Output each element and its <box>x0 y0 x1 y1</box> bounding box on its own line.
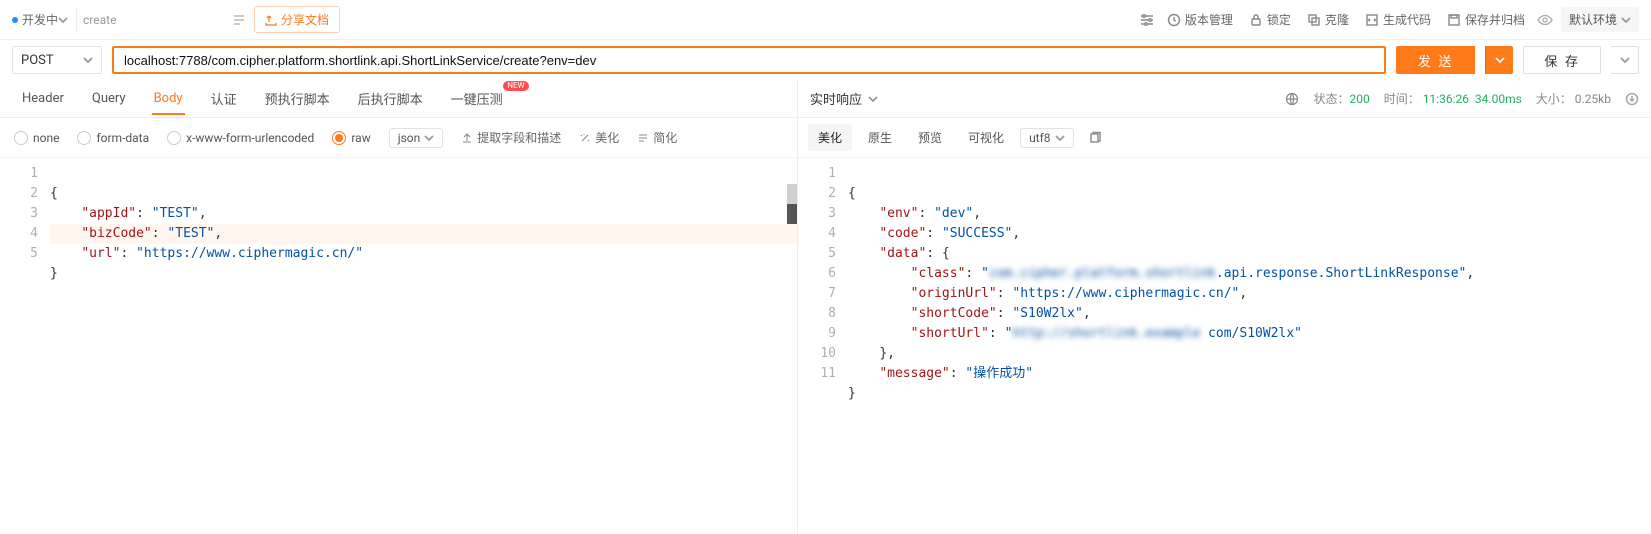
tab-header[interactable]: Header <box>10 83 76 114</box>
env-label: 默认环境 <box>1569 11 1617 28</box>
encoding-select[interactable]: utf8 <box>1020 128 1073 148</box>
api-tab-label: create <box>83 13 232 27</box>
save-dropdown[interactable] <box>1611 46 1639 74</box>
chevron-down-icon <box>58 15 68 25</box>
tab-query[interactable]: Query <box>80 83 138 114</box>
body-type-options: none form-data x-www-form-urlencoded raw… <box>0 118 797 158</box>
send-dropdown[interactable] <box>1485 46 1513 74</box>
version-mgmt-button[interactable]: 版本管理 <box>1163 9 1237 30</box>
chevron-down-icon <box>1495 55 1505 65</box>
resp-tab-preview[interactable]: 预览 <box>908 124 952 151</box>
minimap-mark <box>787 184 797 204</box>
clone-icon <box>1307 13 1321 27</box>
clone-button[interactable]: 克隆 <box>1303 9 1353 30</box>
share-icon <box>265 14 277 26</box>
radio-raw[interactable]: raw <box>332 131 370 145</box>
settings-lines-icon[interactable] <box>1139 12 1155 28</box>
save-icon <box>1447 13 1461 27</box>
radio-urlencoded[interactable]: x-www-form-urlencoded <box>167 131 314 145</box>
request-pane: Header Query Body 认证 预执行脚本 后执行脚本 一键压测NEW… <box>0 80 798 534</box>
line-gutter: 12345 <box>0 158 50 534</box>
environment-select[interactable]: 默认环境 <box>1561 7 1639 32</box>
simplify-button[interactable]: 简化 <box>637 129 677 146</box>
beautify-button[interactable]: 美化 <box>579 129 619 146</box>
chevron-down-icon <box>83 55 93 65</box>
radio-none[interactable]: none <box>14 131 59 145</box>
request-bar: POST 发 送 保 存 <box>0 40 1651 80</box>
lock-button[interactable]: 锁定 <box>1245 9 1295 30</box>
list-icon <box>232 13 246 27</box>
url-input[interactable] <box>112 46 1386 74</box>
radio-formdata[interactable]: form-data <box>77 131 149 145</box>
dev-status-badge: 开发中 <box>12 11 68 28</box>
chevron-down-icon <box>1620 55 1630 65</box>
wand-icon <box>579 132 591 144</box>
new-badge: NEW <box>503 81 528 91</box>
eye-icon[interactable] <box>1537 12 1553 28</box>
resp-tab-raw[interactable]: 原生 <box>858 124 902 151</box>
request-body-editor[interactable]: 12345 { "appId": "TEST", "bizCode": "TES… <box>0 158 797 534</box>
line-gutter: 1234567891011 <box>798 158 848 534</box>
send-button[interactable]: 发 送 <box>1396 46 1476 74</box>
share-label: 分享文档 <box>281 11 329 28</box>
minimap-highlight <box>787 204 797 224</box>
save-archive-button[interactable]: 保存并归档 <box>1443 9 1529 30</box>
lock-icon <box>1249 13 1263 27</box>
size-label: 大小： 0.25kb <box>1536 90 1611 107</box>
download-icon[interactable] <box>1625 92 1639 106</box>
request-body-code[interactable]: { "appId": "TEST", "bizCode": "TEST", "u… <box>50 158 797 534</box>
save-button[interactable]: 保 存 <box>1523 46 1601 74</box>
code-icon <box>1365 13 1379 27</box>
tab-loadtest[interactable]: 一键压测NEW <box>439 81 515 116</box>
status-dot-icon <box>12 17 18 23</box>
response-header: 实时响应 状态：200 时间： 11:36:26 34.00ms 大小： 0.2… <box>798 80 1651 118</box>
resp-tab-visual[interactable]: 可视化 <box>958 124 1014 151</box>
copy-icon[interactable] <box>1088 131 1102 145</box>
clock-icon <box>1167 13 1181 27</box>
globe-icon <box>1285 92 1299 106</box>
chevron-down-icon <box>1055 133 1065 143</box>
status-label: 状态：200 <box>1313 90 1369 107</box>
time-label: 时间： 11:36:26 34.00ms <box>1384 90 1522 107</box>
api-tab-name[interactable]: create <box>76 8 246 32</box>
tab-auth[interactable]: 认证 <box>199 81 249 116</box>
request-tabs: Header Query Body 认证 预执行脚本 后执行脚本 一键压测NEW <box>0 80 797 118</box>
method-value: POST <box>21 53 54 68</box>
response-tabs: 美化 原生 预览 可视化 utf8 <box>798 118 1651 158</box>
status-label: 开发中 <box>22 11 58 28</box>
chevron-down-icon <box>1621 15 1631 25</box>
chevron-down-icon <box>424 133 434 143</box>
chevron-down-icon <box>868 94 878 104</box>
response-mode-select[interactable]: 实时响应 <box>810 89 878 108</box>
tab-postscript[interactable]: 后执行脚本 <box>346 81 435 116</box>
method-select[interactable]: POST <box>12 46 102 74</box>
upload-icon <box>461 132 473 144</box>
tab-prescript[interactable]: 预执行脚本 <box>253 81 342 116</box>
extract-fields-button[interactable]: 提取字段和描述 <box>461 129 561 146</box>
resp-tab-beautify[interactable]: 美化 <box>808 124 852 151</box>
tab-body[interactable]: Body <box>142 83 195 114</box>
response-body-code[interactable]: { "env": "dev", "code": "SUCCESS", "data… <box>848 158 1651 534</box>
response-body-editor[interactable]: 1234567891011 { "env": "dev", "code": "S… <box>798 158 1651 534</box>
topbar: 开发中 create 分享文档 版本管理 锁定 克隆 生成代码 保存并归档 默认… <box>0 0 1651 40</box>
gencode-button[interactable]: 生成代码 <box>1361 9 1435 30</box>
content-type-select[interactable]: json <box>389 128 444 148</box>
lines-icon <box>637 132 649 144</box>
response-pane: 实时响应 状态：200 时间： 11:36:26 34.00ms 大小： 0.2… <box>798 80 1651 534</box>
share-doc-button[interactable]: 分享文档 <box>254 6 340 33</box>
